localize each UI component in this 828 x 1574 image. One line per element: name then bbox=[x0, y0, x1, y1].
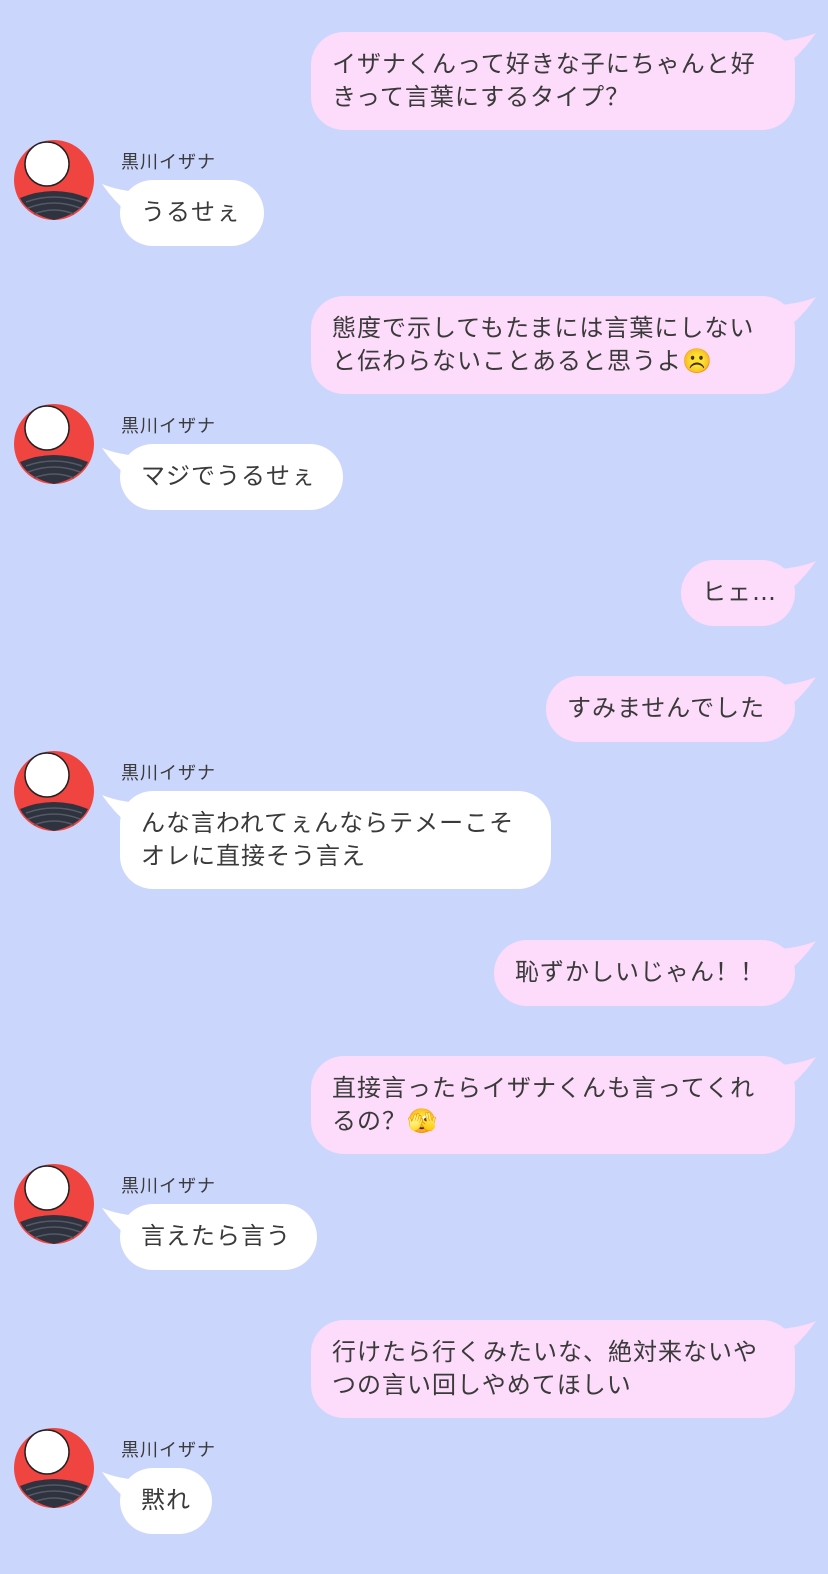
message-bubble[interactable]: うるせぇ bbox=[120, 180, 264, 246]
message-bubble[interactable]: 行けたら行くみたいな、絶対来ないや つの言い回しやめてほしい bbox=[311, 1320, 795, 1418]
message-bubble[interactable]: 黙れ bbox=[120, 1468, 212, 1534]
avatar-icon[interactable] bbox=[14, 404, 94, 484]
avatar-icon[interactable] bbox=[14, 1428, 94, 1508]
message-bubble[interactable]: んな言われてぇんならテメーこそ オレに直接そう言え bbox=[120, 791, 551, 889]
message-bubble[interactable]: 恥ずかしいじゃん！！ bbox=[494, 940, 795, 1006]
avatar-icon[interactable] bbox=[14, 1164, 94, 1244]
avatar-icon[interactable] bbox=[14, 140, 94, 220]
message-bubble[interactable]: ヒェ… bbox=[681, 560, 795, 626]
message-bubble[interactable]: 言えたら言う bbox=[120, 1204, 317, 1270]
avatar-icon[interactable] bbox=[14, 751, 94, 831]
message-bubble[interactable]: イザナくんって好きな子にちゃんと好 きって言葉にするタイプ？ bbox=[311, 32, 795, 130]
sender-name: 黒川イザナ bbox=[121, 1440, 216, 1461]
message-bubble[interactable]: 直接言ったらイザナくんも言ってくれ るの？🫣 bbox=[311, 1056, 795, 1154]
sender-name: 黒川イザナ bbox=[121, 763, 216, 784]
sender-name: 黒川イザナ bbox=[121, 1176, 216, 1197]
chat-view[interactable]: イザナくんって好きな子にちゃんと好 きって言葉にするタイプ？ 黒川イザナ うるせ… bbox=[0, 0, 828, 1574]
sender-name: 黒川イザナ bbox=[121, 416, 216, 437]
sender-name: 黒川イザナ bbox=[121, 152, 216, 173]
message-bubble[interactable]: 態度で示してもたまには言葉にしない と伝わらないことあると思うよ☹️ bbox=[311, 296, 795, 394]
message-bubble[interactable]: マジでうるせぇ bbox=[120, 444, 343, 510]
message-bubble[interactable]: すみませんでした bbox=[546, 676, 795, 742]
